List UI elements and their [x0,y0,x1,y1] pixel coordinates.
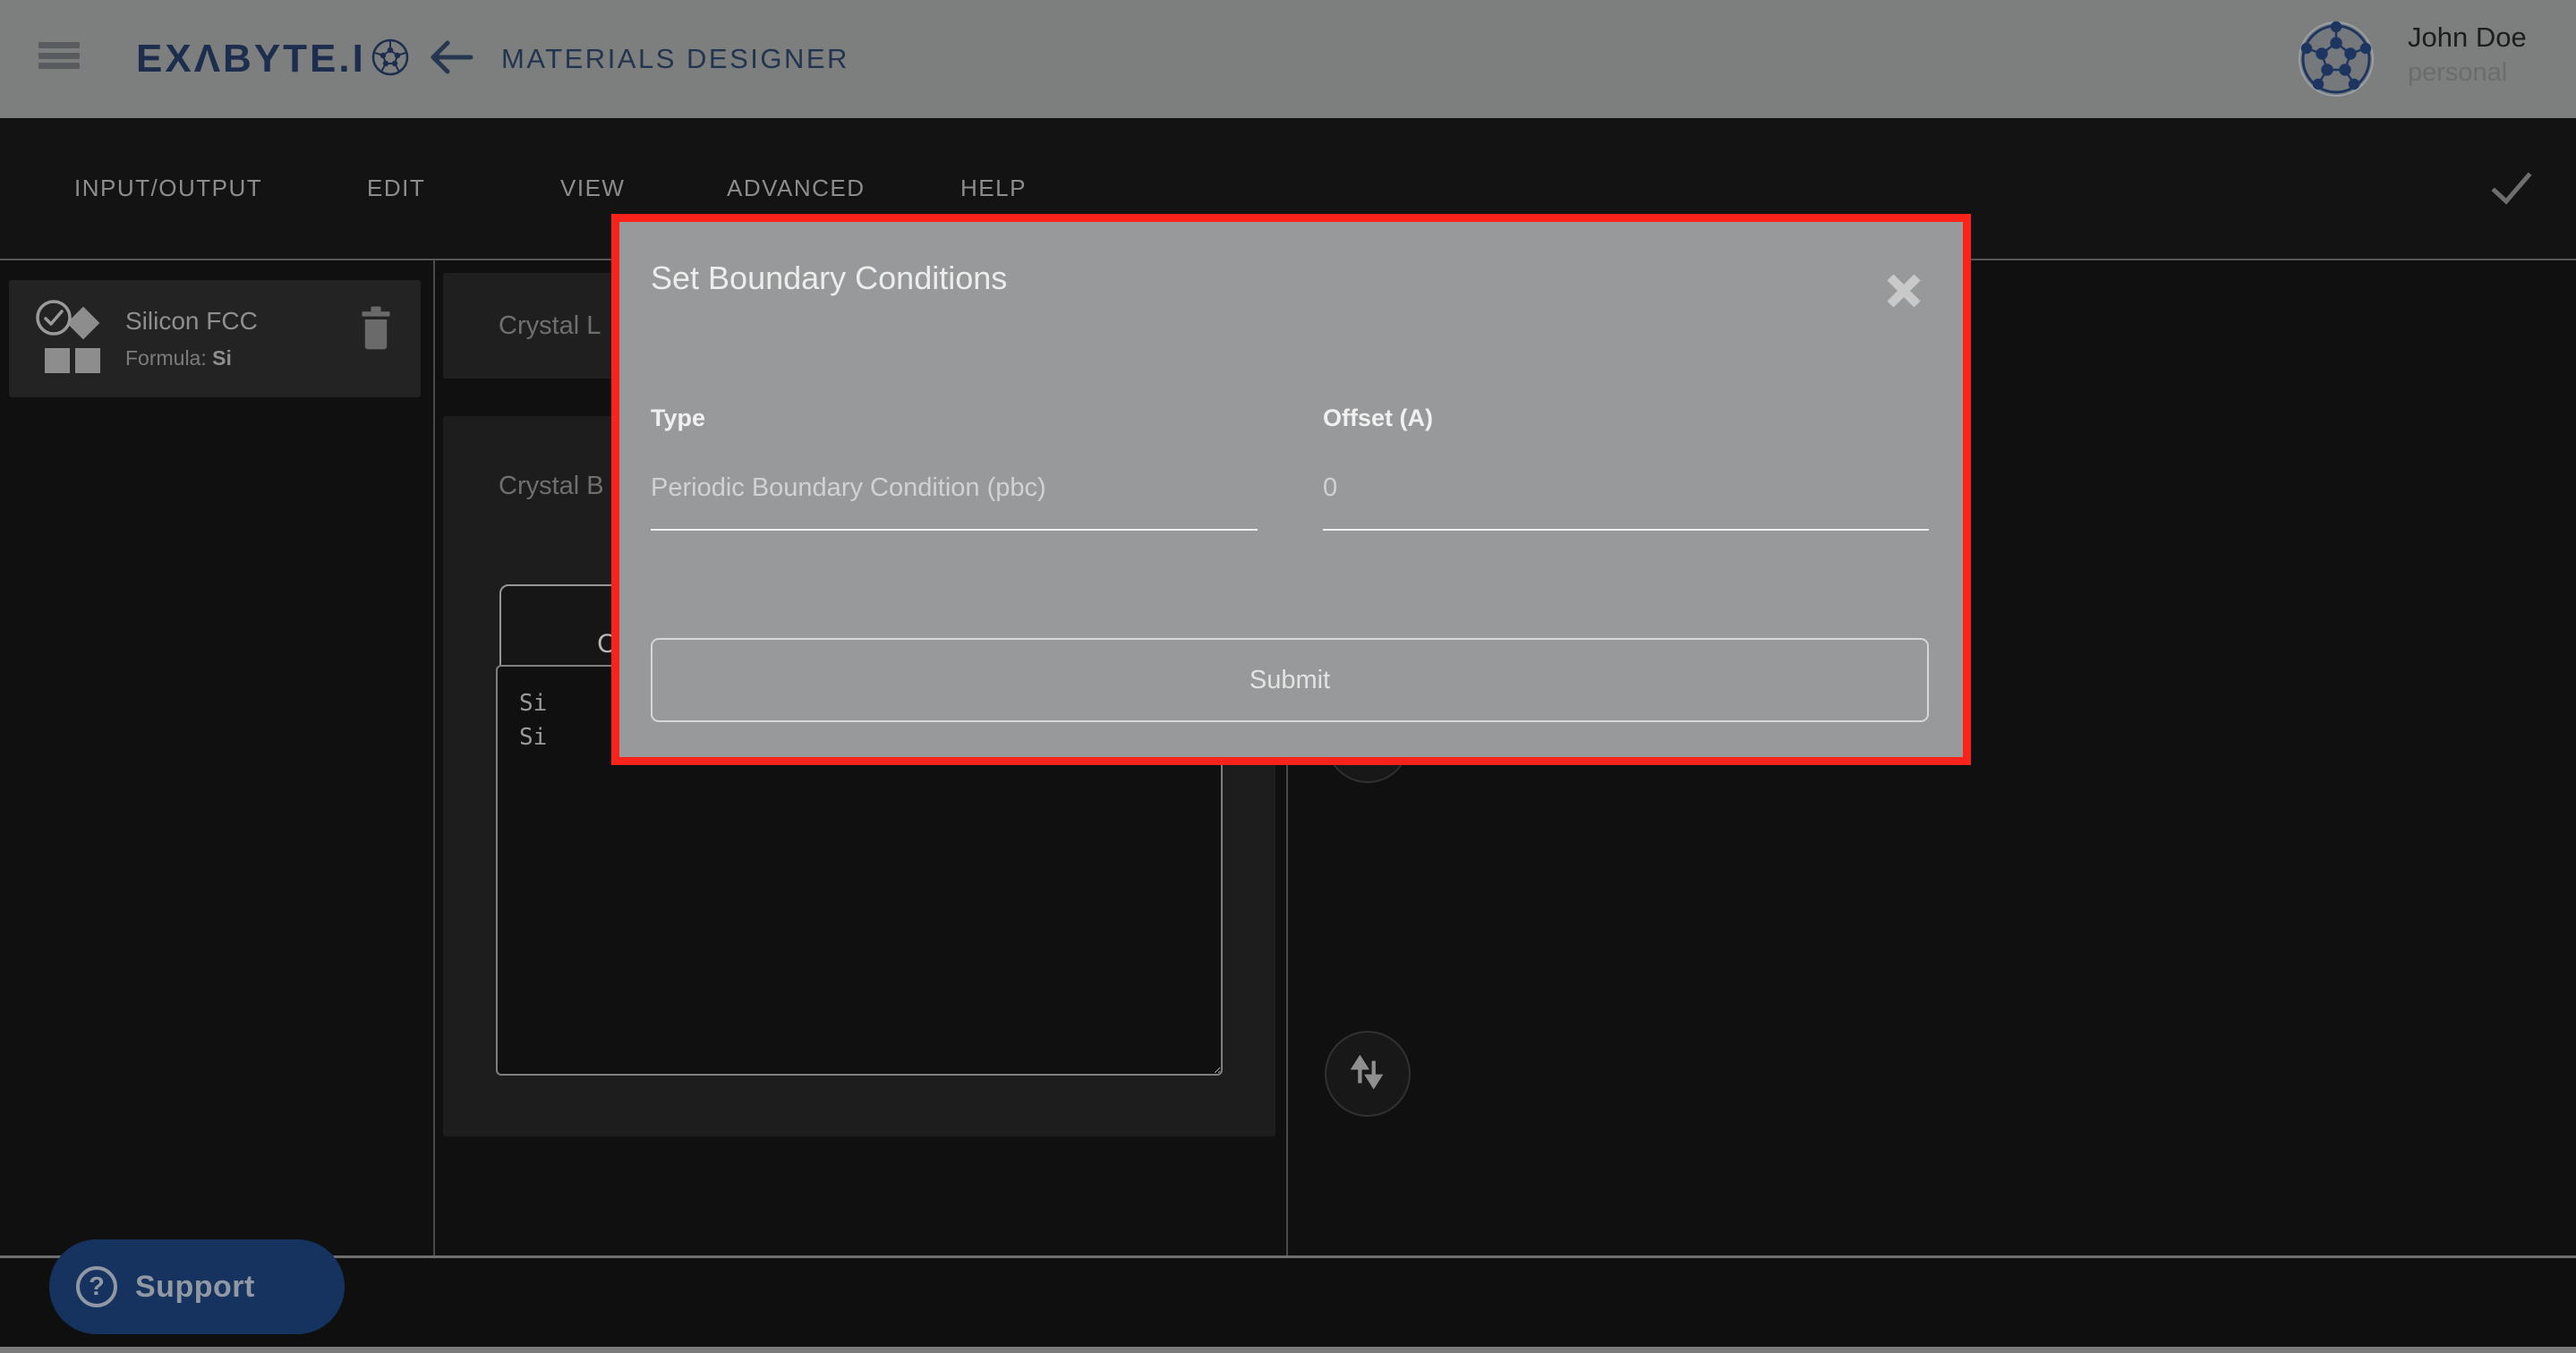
back-arrow-icon[interactable] [428,38,474,81]
horizontal-scrollbar[interactable] [0,1347,2576,1353]
offset-field-input[interactable]: 0 [1323,473,1337,503]
help-question-icon: ? [76,1266,117,1307]
menu-hamburger-icon[interactable] [38,42,80,69]
materials-designer-screen: EXΛBYTE.I MATERIALS DESIGNER [0,0,2576,1353]
exabyte-logo[interactable]: EXΛBYTE.I [136,0,409,118]
support-label: Support [135,1270,255,1305]
offset-field-underline [1323,529,1929,531]
sidebar-divider [433,260,435,1255]
offset-field-label: Offset (A) [1323,404,1433,432]
dialog-title: Set Boundary Conditions [651,260,1007,297]
user-avatar[interactable] [2297,20,2376,103]
page-title: MATERIALS DESIGNER [501,0,849,118]
crystal-basis-header: Crystal B [499,472,604,501]
material-list-item[interactable]: Silicon FCC Formula: Si [9,280,421,397]
user-name: John Doe [2408,23,2527,51]
type-field-label: Type [651,404,705,432]
close-icon[interactable] [1882,269,1925,312]
logo-text: EXΛBYTE.I [136,37,366,81]
user-block[interactable]: John Doe personal [2408,23,2527,86]
support-button[interactable]: ? Support [49,1239,345,1334]
type-field-select[interactable]: Periodic Boundary Condition (pbc) [651,473,1046,503]
swap-vertical-icon [1347,1051,1388,1097]
type-field-underline [651,529,1258,531]
crystal-lattice-header: Crystal L [499,311,601,341]
menu-input-output[interactable]: INPUT/OUTPUT [74,118,262,259]
material-formula: Formula: Si [125,346,232,370]
submit-button[interactable]: Submit [651,638,1929,722]
swap-axes-button[interactable] [1325,1031,1411,1117]
app-header: EXΛBYTE.I MATERIALS DESIGNER [0,0,2576,118]
set-boundary-conditions-dialog: Set Boundary Conditions Type Periodic Bo… [611,214,1971,765]
material-set-icon [32,296,104,383]
delete-material-trash-icon[interactable] [358,305,394,356]
footer-area [0,1258,2576,1347]
material-name: Silicon FCC [125,307,258,336]
save-check-icon[interactable] [2488,170,2535,214]
logo-ball-icon [371,38,409,81]
menu-edit[interactable]: EDIT [367,118,425,259]
user-workspace: personal [2408,60,2527,86]
